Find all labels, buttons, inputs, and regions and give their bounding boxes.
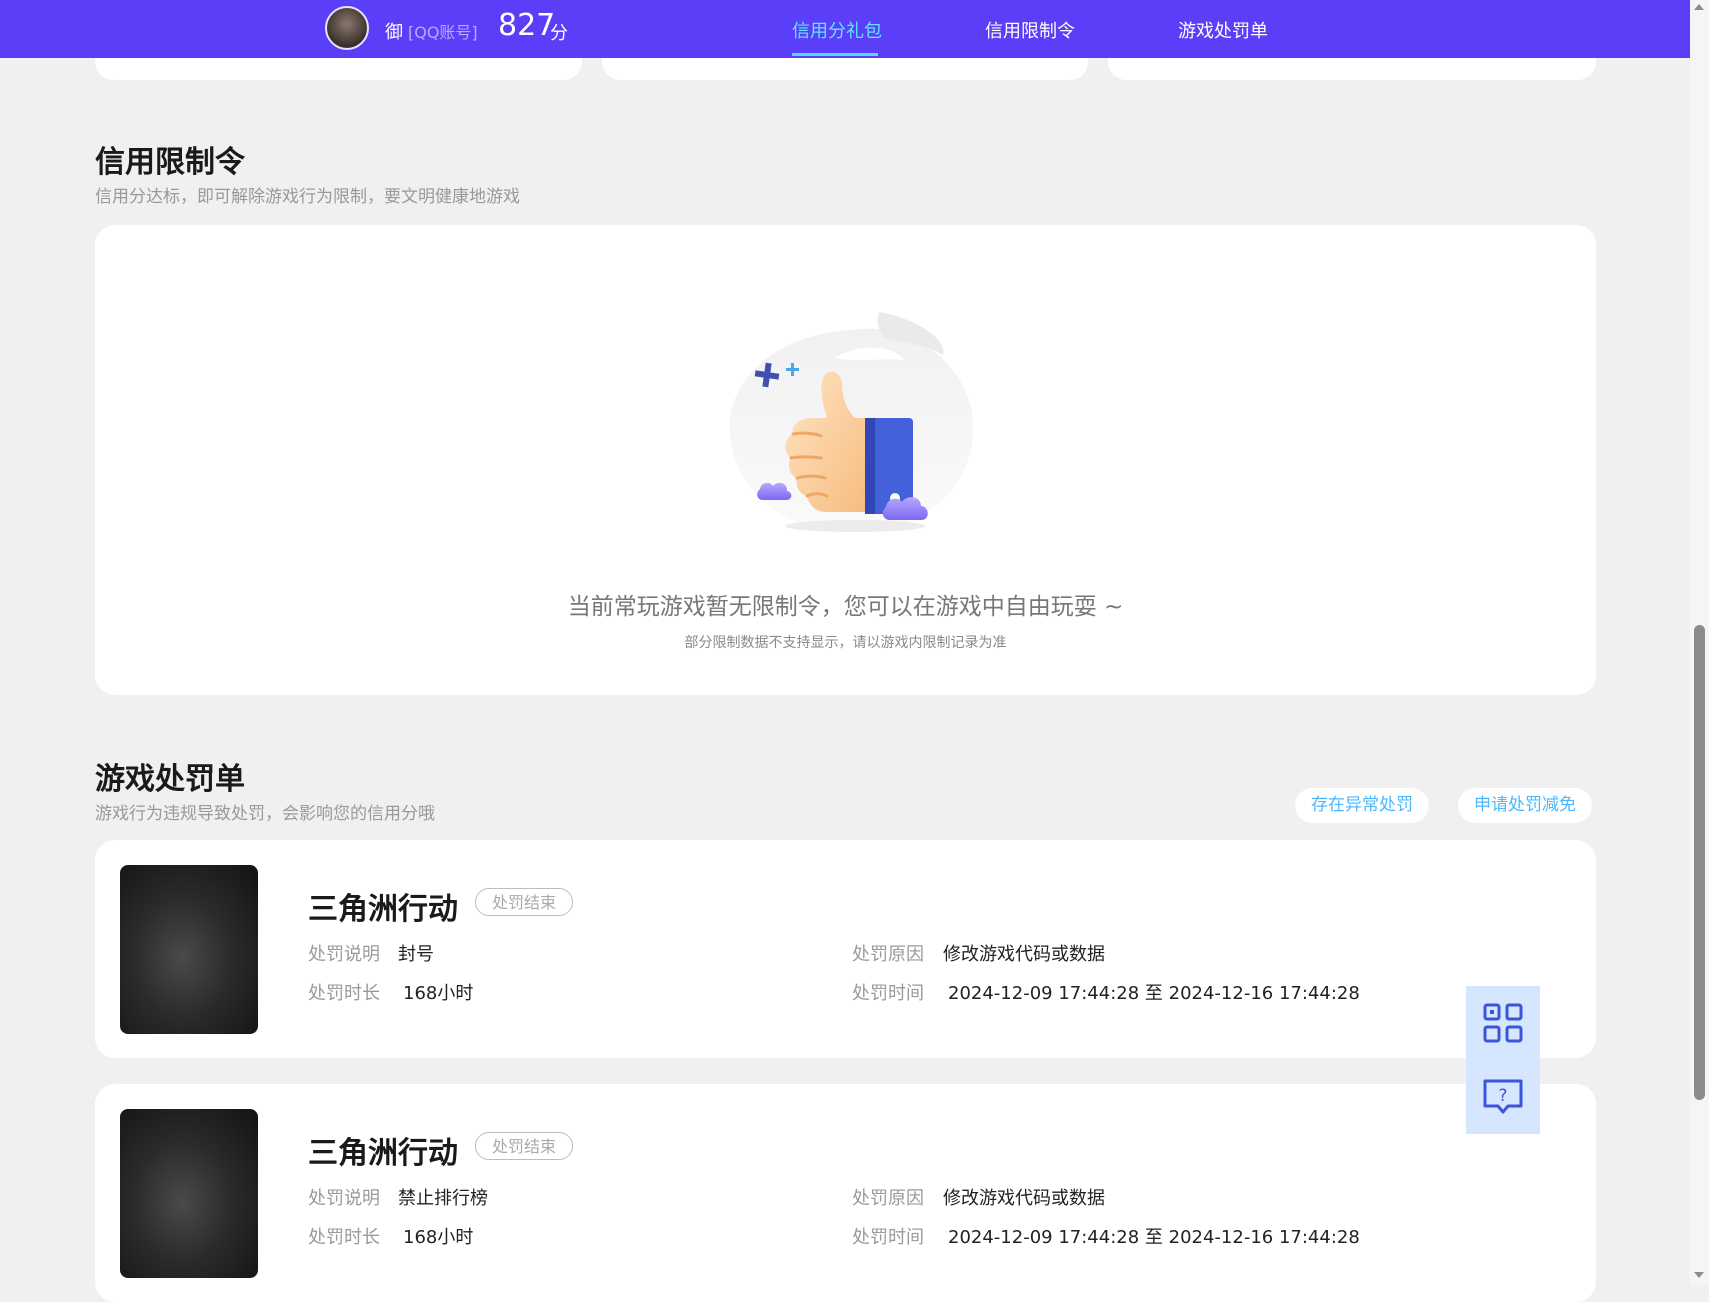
svg-text:?: ? [1498, 1086, 1507, 1106]
empty-state-note: 部分限制数据不支持显示，请以游戏内限制记录为准 [684, 635, 1007, 651]
floating-toolbar: ? [1466, 986, 1540, 1134]
credit-score-unit: 分 [550, 23, 568, 44]
thumbs-up-icon [729, 312, 974, 533]
status-badge: 处罚结束 [475, 888, 574, 916]
penalty-time-label: 处罚时间 [852, 983, 924, 1004]
restriction-empty-panel: 当前常玩游戏暂无限制令，您可以在游戏中自由玩耍 ~ 部分限制数据不支持显示，请以… [95, 225, 1596, 695]
abnormal-penalty-button[interactable]: 存在异常处罚 [1295, 788, 1429, 823]
penalty-card: 三角洲行动 处罚结束 处罚说明 禁止排行榜 处罚时长 168小时 处罚原因 修改… [95, 1084, 1596, 1302]
penalty-section-subtitle: 游戏行为违规导致处罚，会影响您的信用分哦 [95, 804, 435, 824]
tab-game-penalty[interactable]: 游戏处罚单 [1178, 17, 1268, 43]
game-thumbnail [120, 865, 258, 1034]
penalty-duration-value: 168小时 [403, 983, 474, 1004]
help-chat-icon: ? [1483, 1079, 1523, 1114]
scroll-down-arrow[interactable] [1694, 1272, 1704, 1278]
scrollbar-thumb[interactable] [1694, 625, 1705, 1100]
penalty-duration-value: 168小时 [403, 1227, 474, 1248]
penalty-time-label: 处罚时间 [852, 1227, 924, 1248]
active-tab-indicator [792, 53, 878, 56]
tab-credit-restriction[interactable]: 信用限制令 [985, 17, 1075, 43]
penalty-card: 三角洲行动 处罚结束 处罚说明 封号 处罚时长 168小时 处罚原因 修改游戏代… [95, 840, 1596, 1058]
penalty-duration-label: 处罚时长 [308, 983, 380, 1004]
nickname: 御 [385, 22, 403, 43]
empty-state-title: 当前常玩游戏暂无限制令，您可以在游戏中自由玩耍 ~ [567, 594, 1124, 620]
game-thumbnail [120, 1109, 258, 1278]
game-name: 三角洲行动 [308, 892, 458, 927]
penalty-section-title: 游戏处罚单 [95, 762, 245, 797]
scroll-up-arrow[interactable] [1694, 4, 1704, 10]
penalty-desc-value: 封号 [398, 944, 434, 965]
account-type: [QQ账号] [408, 23, 478, 42]
penalty-desc-label: 处罚说明 [308, 944, 380, 965]
penalty-time-value: 2024-12-09 17:44:28 至 2024-12-16 17:44:2… [948, 983, 1360, 1004]
help-button[interactable]: ? [1466, 1060, 1540, 1134]
penalty-reason-label: 处罚原因 [852, 944, 924, 965]
qr-code-icon [1483, 1003, 1523, 1043]
penalty-desc-value: 禁止排行榜 [398, 1188, 488, 1209]
penalty-reason-label: 处罚原因 [852, 1188, 924, 1209]
penalty-reason-value: 修改游戏代码或数据 [943, 944, 1105, 965]
penalty-time-value: 2024-12-09 17:44:28 至 2024-12-16 17:44:2… [948, 1227, 1360, 1248]
penalty-reason-value: 修改游戏代码或数据 [943, 1188, 1105, 1209]
apply-reduction-button[interactable]: 申请处罚减免 [1458, 788, 1592, 823]
penalty-duration-label: 处罚时长 [308, 1227, 380, 1248]
credit-score: 827 [498, 8, 556, 43]
restriction-section-subtitle: 信用分达标，即可解除游戏行为限制，要文明健康地游戏 [95, 187, 520, 207]
qr-code-button[interactable] [1466, 986, 1540, 1060]
penalty-desc-label: 处罚说明 [308, 1188, 380, 1209]
tab-credit-gift[interactable]: 信用分礼包 [792, 17, 882, 43]
restriction-section-title: 信用限制令 [95, 145, 245, 180]
game-name: 三角洲行动 [308, 1136, 458, 1171]
status-badge: 处罚结束 [475, 1132, 574, 1160]
avatar[interactable] [325, 6, 369, 50]
top-nav-bar: 御 [QQ账号] 827 分 信用分礼包 信用限制令 游戏处罚单 [0, 0, 1690, 58]
